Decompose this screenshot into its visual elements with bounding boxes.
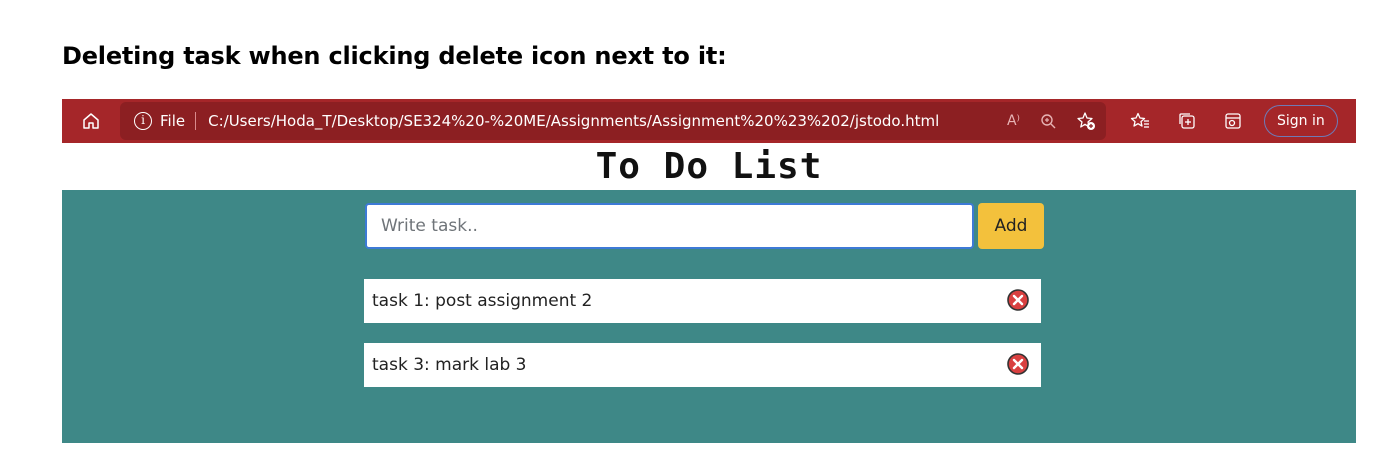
task-text: task 3: mark lab 3 — [372, 355, 527, 375]
home-button[interactable] — [62, 99, 120, 143]
info-icon[interactable]: i — [134, 112, 152, 130]
task-input[interactable] — [365, 203, 974, 249]
todo-app-body: Add task 1: post assignment 2 task 3: ma… — [62, 190, 1356, 443]
collections-icon[interactable] — [1178, 112, 1196, 130]
task-text: task 1: post assignment 2 — [372, 291, 593, 311]
delete-icon[interactable] — [1007, 353, 1029, 375]
add-button[interactable]: Add — [978, 203, 1044, 249]
address-separator — [195, 112, 197, 130]
task-list: task 1: post assignment 2 task 3: mark l… — [364, 279, 1041, 407]
address-box[interactable]: i File C:/Users/Hoda_T/Desktop/SE324%20-… — [120, 102, 1106, 140]
task-item: task 3: mark lab 3 — [364, 343, 1041, 387]
read-aloud-icon[interactable]: A⁾ — [1007, 113, 1020, 129]
task-item: task 1: post assignment 2 — [364, 279, 1041, 323]
home-icon — [83, 113, 99, 129]
address-bar-icons: A⁾ — [1007, 111, 1106, 131]
add-favorite-icon[interactable] — [1076, 111, 1096, 131]
browser-toolbar-icons — [1130, 112, 1242, 130]
file-label: File — [160, 112, 186, 130]
browser-address-bar: i File C:/Users/Hoda_T/Desktop/SE324%20-… — [62, 99, 1356, 143]
favorites-icon[interactable] — [1130, 112, 1150, 130]
browser-essentials-icon[interactable] — [1224, 112, 1242, 130]
caption: Deleting task when clicking delete icon … — [62, 42, 727, 70]
page-title: To Do List — [595, 146, 823, 187]
zoom-icon[interactable] — [1040, 113, 1056, 129]
url-text[interactable]: C:/Users/Hoda_T/Desktop/SE324%20-%20ME/A… — [208, 112, 999, 130]
delete-icon[interactable] — [1007, 289, 1029, 311]
app-header: To Do List — [62, 143, 1356, 190]
sign-in-button[interactable]: Sign in — [1264, 105, 1338, 137]
